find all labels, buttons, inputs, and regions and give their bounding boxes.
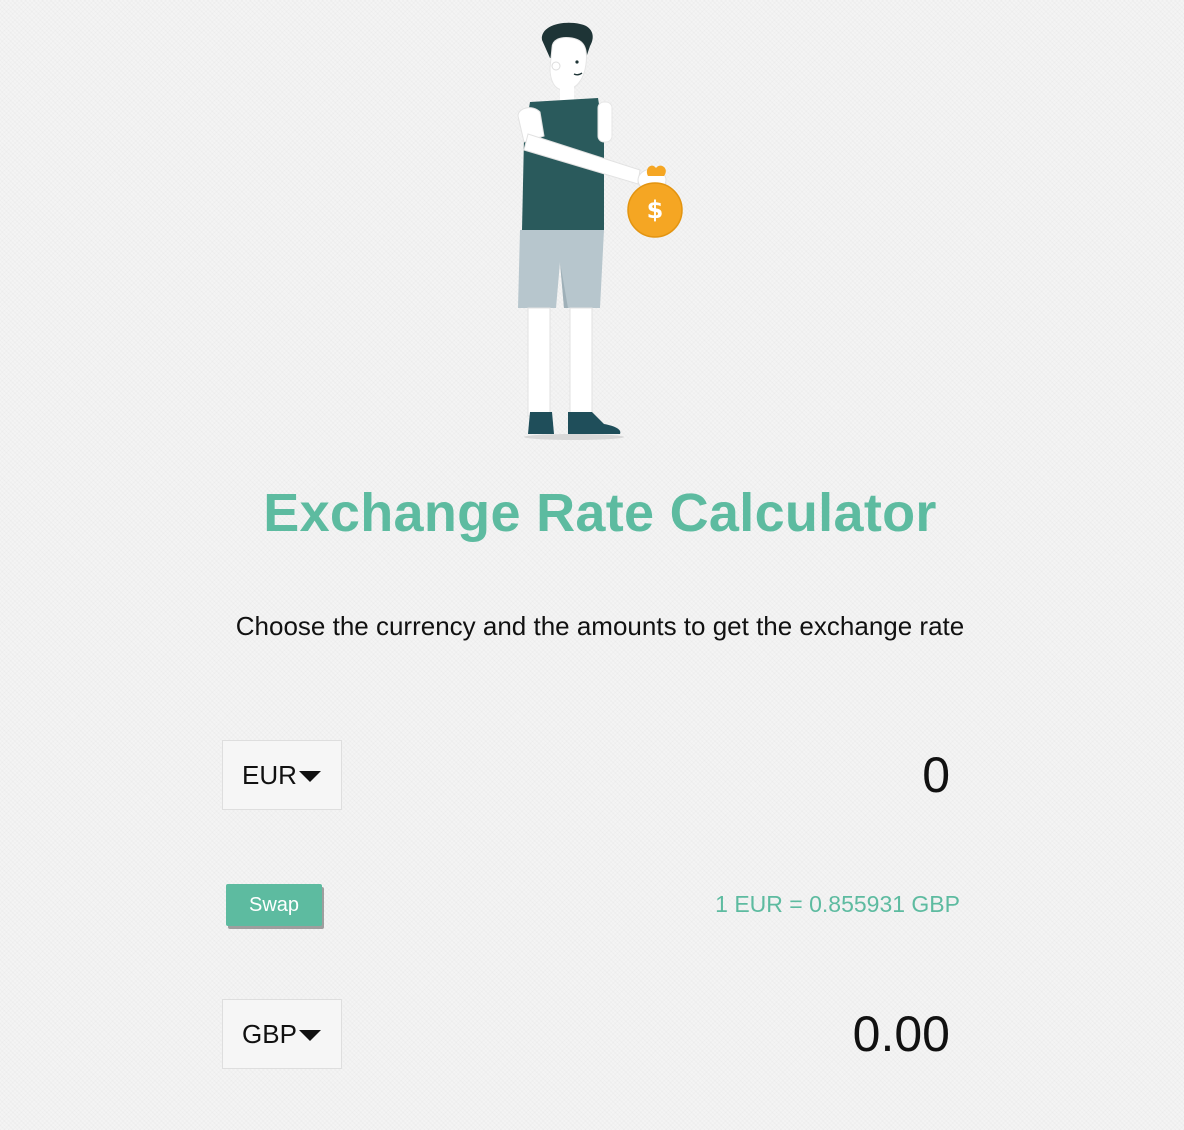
page-subtitle: Choose the currency and the amounts to g… (235, 611, 965, 641)
exchange-rate-text: 1 EUR = 0.855931 GBP (715, 891, 960, 917)
amount-one-input[interactable]: 0 (700, 740, 950, 810)
currency-two-code: GBP (242, 1018, 297, 1049)
page-title: Exchange Rate Calculator (263, 483, 937, 543)
currency-one-code: EUR (242, 759, 297, 790)
caret-down-icon (298, 770, 321, 782)
caret-down-icon (298, 1029, 321, 1041)
currency-one-select[interactable]: EUR (222, 740, 342, 810)
dollar-icon: $ (647, 196, 664, 224)
amount-two-input[interactable]: 0.00 (700, 999, 950, 1069)
swap-button[interactable]: Swap (226, 884, 322, 926)
man-holding-money-bag-illustration: $ (500, 18, 700, 443)
currency-two-select[interactable]: GBP (222, 999, 342, 1069)
